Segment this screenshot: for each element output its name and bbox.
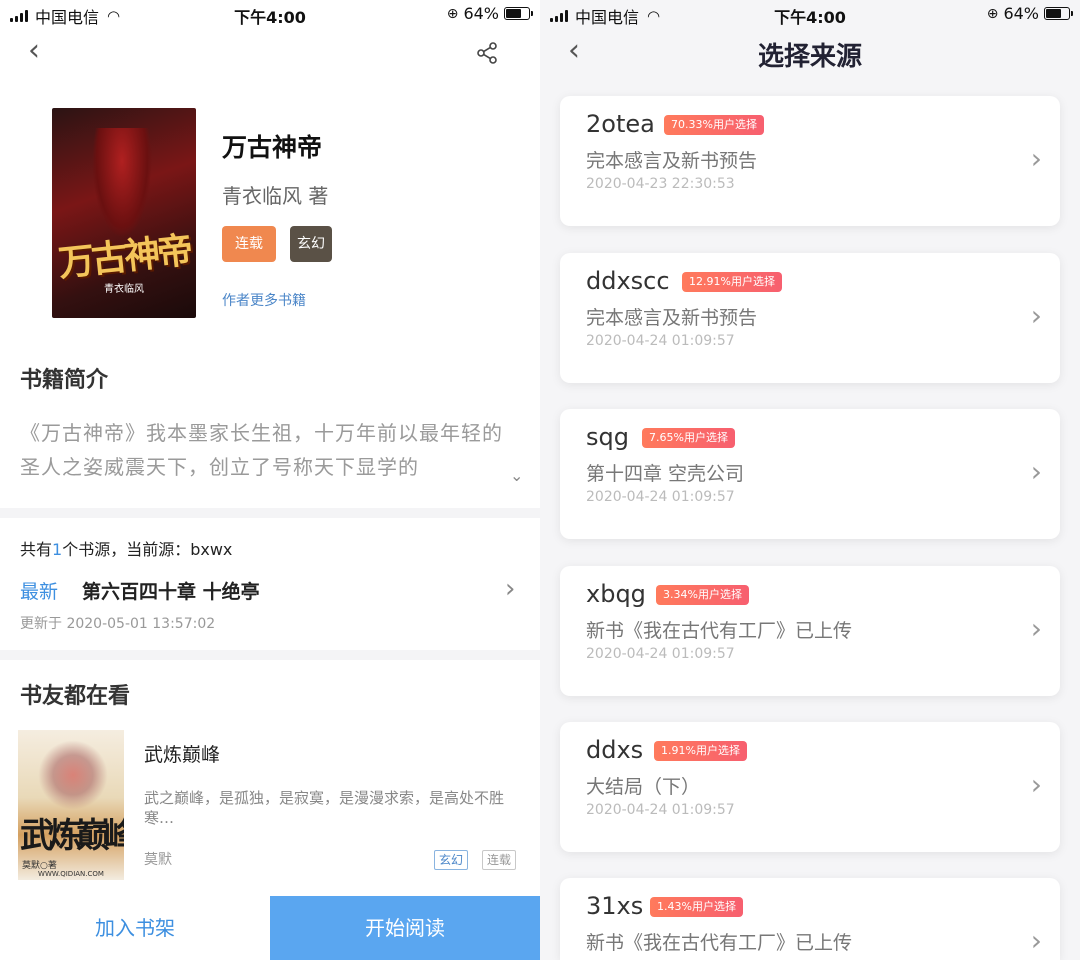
chevron-right-icon: › xyxy=(1030,455,1042,488)
orientation-lock-icon: ⊕ xyxy=(986,5,999,22)
selection-rate-badge: 1.91%用户选择 xyxy=(654,741,747,761)
source-card[interactable]: xbqg 3.34%用户选择 新书《我在古代有工厂》已上传 2020-04-24… xyxy=(560,566,1060,696)
source-name: ddxscc xyxy=(586,267,670,295)
chevron-right-icon: › xyxy=(1030,924,1042,957)
source-update-date: 2020-04-23 22:30:53 xyxy=(586,176,735,192)
source-name: xbqg xyxy=(586,580,646,608)
recommend-cover-title-art: 武炼巅峰 xyxy=(20,816,124,856)
source-latest-chapter: 第十四章 空壳公司 xyxy=(586,463,745,485)
select-source-screen: 中国电信 ◠ 下午4:00 ⊕ 64% ‹ 选择来源 2otea 70.33%用… xyxy=(540,0,1080,960)
updated-time: 更新于 2020-05-01 13:57:02 xyxy=(20,616,216,632)
source-latest-chapter: 完本感言及新书预告 xyxy=(586,307,758,329)
chevron-right-icon: › xyxy=(1030,299,1042,332)
source-name: ddxs xyxy=(586,736,644,764)
recommend-book-desc: 武之巅峰，是孤独，是寂寞，是漫漫求索，是高处不胜寒… xyxy=(144,789,505,827)
source-card[interactable]: 2otea 70.33%用户选择 完本感言及新书预告 2020-04-23 22… xyxy=(560,96,1060,226)
selection-rate-badge: 3.34%用户选择 xyxy=(656,585,749,605)
recommend-book-author: 莫默 xyxy=(144,852,172,868)
source-latest-chapter: 新书《我在古代有工厂》已上传 xyxy=(586,932,853,954)
book-author: 青衣临风 著 xyxy=(222,184,329,208)
selection-rate-badge: 70.33%用户选择 xyxy=(664,115,764,135)
source-latest-chapter: 完本感言及新书预告 xyxy=(586,150,758,172)
battery-percent: 64% xyxy=(1003,4,1039,23)
battery-icon xyxy=(1044,7,1073,20)
genre-tag: 玄幻 xyxy=(290,226,332,262)
book-intro[interactable]: 《万古神帝》我本墨家长生祖，十万年前以最年轻的圣人之姿威震天下，创立了号称天下显… xyxy=(20,416,520,484)
book-detail-screen: 中国电信 ◠ 下午4:00 ⊕ 64% ‹ 万古神帝 青衣临风 万古神帝 青衣临… xyxy=(0,0,540,960)
source-card[interactable]: ddxscc 12.91%用户选择 完本感言及新书预告 2020-04-24 0… xyxy=(560,253,1060,383)
source-summary: 共有1个书源，当前源：bxwx xyxy=(20,540,233,559)
latest-label: 最新 xyxy=(20,581,59,603)
divider xyxy=(0,650,540,660)
divider xyxy=(0,508,540,518)
book-title: 万古神帝 xyxy=(222,133,323,162)
recommend-cover-site: WWW.QIDIAN.COM xyxy=(38,870,104,878)
source-update-date: 2020-04-24 01:09:57 xyxy=(586,489,735,505)
latest-chapter[interactable]: 第六百四十章 十绝亭 xyxy=(82,577,260,604)
status-tag: 连载 xyxy=(222,226,276,262)
battery-percent: 64% xyxy=(463,4,499,23)
source-latest-chapter: 新书《我在古代有工厂》已上传 xyxy=(586,620,853,642)
intro-heading: 书籍简介 xyxy=(20,368,109,393)
source-name: 2otea xyxy=(586,110,655,138)
friends-reading-heading: 书友都在看 xyxy=(20,684,131,709)
status-bar: 中国电信 ◠ 下午4:00 ⊕ 64% xyxy=(540,0,1080,28)
source-card[interactable]: sqg 7.65%用户选择 第十四章 空壳公司 2020-04-24 01:09… xyxy=(560,409,1060,539)
status-bar: 中国电信 ◠ 下午4:00 ⊕ 64% xyxy=(0,0,540,28)
back-button[interactable]: ‹ xyxy=(28,36,40,66)
selection-rate-badge: 7.65%用户选择 xyxy=(642,428,735,448)
recommend-status-tag: 连载 xyxy=(482,850,517,870)
battery-icon xyxy=(504,7,533,20)
recommend-genre-tag: 玄幻 xyxy=(434,850,469,870)
recommend-book-title[interactable]: 武炼巅峰 xyxy=(144,740,220,767)
recommend-book-cover[interactable]: 武炼巅峰 莫默○著 WWW.QIDIAN.COM xyxy=(18,730,124,880)
selection-rate-badge: 1.43%用户选择 xyxy=(650,897,743,917)
cover-title-art: 万古神帝 xyxy=(56,229,193,285)
chevron-right-icon: › xyxy=(1030,612,1042,645)
source-latest-chapter: 大结局（下） xyxy=(586,776,701,798)
chevron-down-icon[interactable]: ⌄ xyxy=(510,466,523,485)
source-name: 31xs xyxy=(586,892,644,920)
source-update-date: 2020-04-24 01:09:57 xyxy=(586,646,735,662)
current-source: bxwx xyxy=(190,540,233,559)
source-name: sqg xyxy=(586,423,629,451)
chevron-right-icon: › xyxy=(1030,142,1042,175)
chevron-right-icon[interactable]: › xyxy=(505,574,515,604)
source-update-date: 2020-04-24 01:09:57 xyxy=(586,802,735,818)
start-reading-button[interactable]: 开始阅读 xyxy=(270,896,540,960)
add-to-shelf-button[interactable]: 加入书架 xyxy=(0,896,270,960)
page-title: 选择来源 xyxy=(757,42,862,72)
cover-author-art: 青衣临风 xyxy=(104,284,144,295)
selection-rate-badge: 12.91%用户选择 xyxy=(682,272,782,292)
source-card[interactable]: ddxs 1.91%用户选择 大结局（下） 2020-04-24 01:09:5… xyxy=(560,722,1060,852)
author-more-books-link[interactable]: 作者更多书籍 xyxy=(222,290,306,310)
book-cover: 万古神帝 青衣临风 xyxy=(52,108,196,318)
share-icon[interactable] xyxy=(476,42,498,64)
source-count: 1 xyxy=(52,540,63,559)
orientation-lock-icon: ⊕ xyxy=(446,5,459,22)
chevron-right-icon: › xyxy=(1030,768,1042,801)
source-card[interactable]: 31xs 1.43%用户选择 新书《我在古代有工厂》已上传 › xyxy=(560,878,1060,960)
source-update-date: 2020-04-24 01:09:57 xyxy=(586,333,735,349)
